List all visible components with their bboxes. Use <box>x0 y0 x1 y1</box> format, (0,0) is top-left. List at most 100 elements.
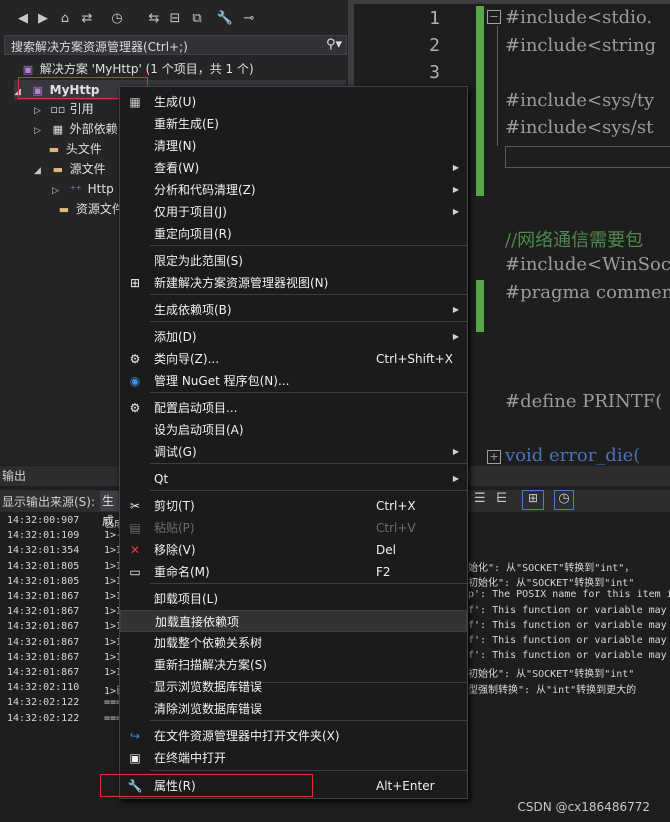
menu-item-label: 清理(N) <box>154 139 197 153</box>
tree-item-label: 源文件 <box>69 162 106 176</box>
log-timestamp: 14:32:02:122 <box>7 697 80 709</box>
menu-item-label: 生成依赖项(B) <box>154 303 232 317</box>
menu-item-label: 卸载项目(L) <box>154 592 219 606</box>
log-message: 初始化": 从"SOCKET"转换到"int" <box>468 578 635 590</box>
menu-item[interactable]: 加载直接依赖项 <box>120 610 467 632</box>
search-placeholder: 搜索解决方案资源管理器(Ctrl+;) <box>11 40 188 54</box>
menu-item[interactable]: 重新扫描解决方案(S) <box>120 654 467 676</box>
menu-item[interactable]: ▣ 在终端中打开 <box>120 747 467 769</box>
menu-item[interactable]: ↪ 在文件资源管理器中打开文件夹(X) <box>120 725 467 747</box>
menu-item-label: 调试(G) <box>154 445 197 459</box>
expand-arrow-icon[interactable]: ◢ <box>34 161 46 181</box>
menu-item-label: 重命名(M) <box>154 565 210 579</box>
solution-node[interactable]: ▣ 解决方案 'MyHttp' (1 个项目，共 1 个) <box>20 59 254 79</box>
menu-item[interactable]: 重新生成(E) <box>120 113 467 135</box>
menu-separator <box>150 490 467 491</box>
change-gutter-bar <box>476 280 484 332</box>
paste-icon: ▤ <box>129 521 141 535</box>
menu-item-label: 生成(U) <box>154 95 197 109</box>
tree-item-resources[interactable]: ▬ 资源文件 <box>56 199 124 219</box>
menu-item-label: 查看(W) <box>154 161 200 175</box>
log-message: 初始化": 从"SOCKET"转换到"int" <box>468 669 635 681</box>
tree-item-sources[interactable]: ◢ ▬ 源文件 <box>34 159 106 179</box>
open-folder-icon: ↪ <box>129 729 141 743</box>
menu-item[interactable]: ⚙ 配置启动项目... <box>120 397 467 419</box>
expand-arrow-icon[interactable]: ▷ <box>52 181 64 201</box>
menu-item[interactable]: ▭ 重命名(M) F2 <box>120 561 467 583</box>
menu-item[interactable]: 查看(W) ▶ <box>120 157 467 179</box>
home-icon[interactable]: ⌂ <box>56 8 74 30</box>
menu-separator <box>150 720 467 721</box>
pin-icon[interactable]: ⊸ <box>240 8 258 30</box>
menu-item[interactable]: 卸载项目(L) <box>120 588 467 610</box>
menu-separator <box>150 770 467 771</box>
collapse-icon[interactable]: − <box>487 10 501 24</box>
menu-item[interactable]: 加载整个依赖关系树 <box>120 632 467 654</box>
menu-separator <box>150 583 467 584</box>
menu-item[interactable]: ⚙ 类向导(Z)... Ctrl+Shift+X <box>120 348 467 370</box>
tree-item-http[interactable]: ▷ ⁺⁺ Http <box>52 179 114 199</box>
history-icon[interactable]: ◷ <box>108 8 126 30</box>
back-icon[interactable]: ◀ <box>14 8 32 30</box>
clear-all-icon[interactable]: ⋿ <box>496 491 507 506</box>
menu-item[interactable]: 设为启动项目(A) <box>120 419 467 441</box>
menu-item[interactable]: 分析和代码清理(Z) ▶ <box>120 179 467 201</box>
menu-item[interactable]: 仅用于项目(J) ▶ <box>120 201 467 223</box>
log-message: 型强制转换": 从"int"转换到更大的 <box>468 684 637 696</box>
word-wrap-icon[interactable]: ⊞ <box>522 490 544 510</box>
menu-item[interactable]: ▦ 生成(U) <box>120 91 467 113</box>
forward-icon[interactable]: ▶ <box>34 8 52 30</box>
code-line: #include<WinSoc <box>505 254 670 275</box>
submenu-arrow-icon: ▶ <box>452 447 459 456</box>
solution-search-input[interactable]: 搜索解决方案资源管理器(Ctrl+;) ⚲▾ <box>4 35 347 55</box>
line-number: 2 <box>429 35 440 56</box>
line-number: 3 <box>429 62 440 83</box>
menu-item[interactable]: 调试(G) ▶ <box>120 441 467 463</box>
menu-item-label: 加载直接依赖项 <box>155 615 240 629</box>
switch-views-icon[interactable]: ⇄ <box>78 8 96 30</box>
menu-item[interactable]: 清除浏览数据库错误 <box>120 698 467 720</box>
sync-icon[interactable]: ⇆ <box>145 8 163 30</box>
scissors-icon: ✂ <box>129 499 141 513</box>
menu-item[interactable]: ⊞ 新建解决方案资源管理器视图(N) <box>120 272 467 294</box>
menu-item[interactable]: ✕ 移除(V) Del <box>120 539 467 561</box>
menu-item[interactable]: 生成依赖项(B) ▶ <box>120 299 467 321</box>
align-left-icon[interactable]: ☰ <box>474 491 486 506</box>
expand-arrow-icon[interactable]: ▷ <box>34 101 46 121</box>
log-timestamp: 14:32:01:805 <box>7 560 80 572</box>
menu-separator <box>150 245 467 246</box>
menu-item-shortcut: Ctrl+X <box>376 499 416 513</box>
search-icon[interactable]: ⚲▾ <box>326 37 342 52</box>
menu-item-label: 在终端中打开 <box>154 751 227 765</box>
menu-item[interactable]: ▤ 粘贴(P) Ctrl+V <box>120 517 467 539</box>
log-timestamp: 14:32:01:867 <box>7 636 80 648</box>
expand-arrow-icon[interactable]: ▷ <box>34 121 46 141</box>
clock-icon[interactable]: ◷ <box>554 490 574 510</box>
menu-item[interactable]: ◉ 管理 NuGet 程序包(N)... <box>120 370 467 392</box>
menu-item[interactable]: 清理(N) <box>120 135 467 157</box>
wrench-icon[interactable]: 🔧 <box>216 8 234 30</box>
log-timestamp: 14:32:01:867 <box>7 651 80 663</box>
collapse-all-icon[interactable]: ⊟ <box>166 8 184 30</box>
tree-item-references[interactable]: ▷ ▫▫ 引用 <box>34 99 94 119</box>
menu-item-shortcut: F2 <box>376 565 391 579</box>
menu-item[interactable]: 重定向项目(R) <box>120 223 467 245</box>
tree-item-headers[interactable]: ▬ 头文件 <box>46 139 102 159</box>
menu-item[interactable]: 显示浏览数据库错误 <box>120 676 467 698</box>
tree-item-label: 资源文件 <box>75 202 124 216</box>
tree-item-external-deps[interactable]: ▷ ▦ 外部依赖 <box>34 119 118 139</box>
expand-icon[interactable]: + <box>487 450 501 464</box>
menu-item[interactable]: 添加(D) ▶ <box>120 326 467 348</box>
menu-item[interactable]: 限定为此范围(S) <box>120 250 467 272</box>
code-line: #include<sys/st <box>505 117 654 138</box>
menu-item-label: 显示浏览数据库错误 <box>154 680 263 694</box>
show-all-files-icon[interactable]: ⧉ <box>188 8 206 30</box>
menu-item-shortcut: Ctrl+Shift+X <box>376 352 453 366</box>
tree-item-label: 头文件 <box>65 142 102 156</box>
menu-item-label: 加载整个依赖关系树 <box>154 636 263 650</box>
menu-item[interactable]: Qt ▶ <box>120 468 467 490</box>
log-timestamp: 14:32:01:109 <box>7 530 80 542</box>
menu-item[interactable]: ✂ 剪切(T) Ctrl+X <box>120 495 467 517</box>
line-number: 1 <box>429 8 440 29</box>
log-timestamp: 14:32:01:867 <box>7 591 80 602</box>
